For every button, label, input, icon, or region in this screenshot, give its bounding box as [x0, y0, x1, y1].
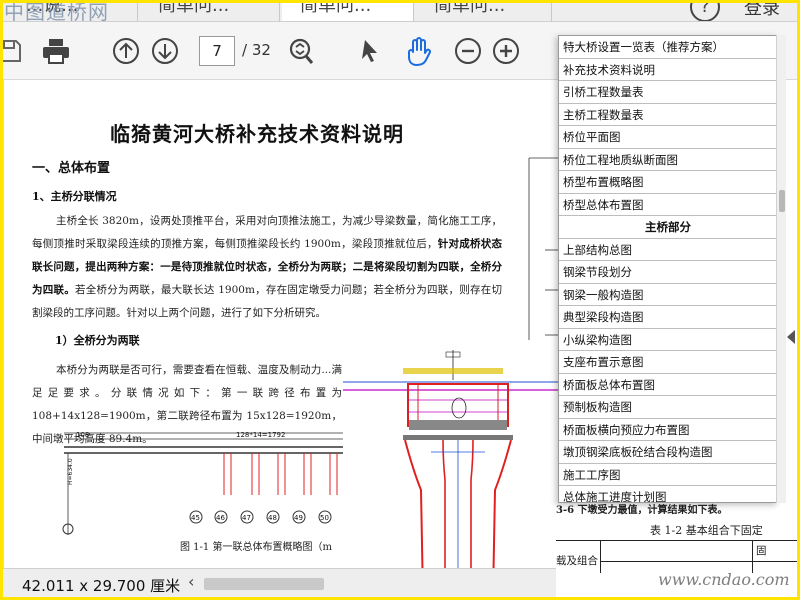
bookmark-item[interactable]: 桥面板总体布置图 — [559, 374, 777, 396]
watermark-bottom: www.cndao.com — [658, 570, 790, 589]
pier-label-45: 45 — [191, 514, 200, 522]
table-column-label: 载及组合 — [556, 555, 598, 567]
print-icon[interactable] — [40, 35, 72, 67]
bookmark-item[interactable]: 墩顶钢梁底板砼结合段构造图 — [559, 441, 777, 464]
bookmark-item[interactable]: 桥位平面图 — [559, 126, 777, 149]
pier-label-47: 47 — [242, 514, 251, 522]
bookmark-group-heading: 主桥部分 — [559, 216, 777, 239]
paragraph-1: 主桥全长 3820m，设两处顶推平台，采用对向顶推法施工，为减少导梁数量，简化施… — [32, 210, 502, 325]
bookmark-item[interactable]: 主桥工程数量表 — [559, 104, 777, 126]
bookmark-item[interactable]: 特大桥设置一览表（推荐方案） — [559, 36, 777, 59]
figure-caption: 图 1-1 第一联总体布置概略图（m — [180, 542, 332, 553]
panel-collapse-arrow-icon[interactable] — [787, 330, 795, 344]
bookmark-item[interactable]: 预制板构造图 — [559, 396, 777, 419]
prev-page-icon[interactable] — [110, 35, 142, 67]
bookmark-item[interactable]: 钢梁一般构造图 — [559, 284, 777, 306]
bookmark-item[interactable]: 引桥工程数量表 — [559, 81, 777, 104]
zoom-fit-icon[interactable] — [285, 35, 317, 67]
page-number-input[interactable]: 7 — [199, 36, 235, 66]
horizontal-scrollbar[interactable] — [204, 578, 324, 590]
tab-2[interactable]: 简单问... — [140, 0, 280, 21]
pier-label-50: 50 — [320, 514, 329, 522]
bookmark-item[interactable]: 钢梁节段划分 — [559, 261, 777, 284]
bridge-elevation-drawing: 108 128*14=1792 H=634.0 45 46 47 48 49 5… — [62, 431, 346, 535]
span-label-1: 108 — [76, 431, 89, 439]
tab-4[interactable]: 简单问... — [416, 0, 552, 21]
document-title: 临猗黄河大桥补充技术资料说明 — [110, 122, 404, 146]
next-page-icon[interactable] — [149, 35, 181, 67]
bookmark-item[interactable]: 小纵梁构造图 — [559, 329, 777, 351]
bookmark-item[interactable]: 补充技术资料说明 — [559, 59, 777, 81]
pier-label-48: 48 — [268, 514, 277, 522]
page-left-edge — [0, 80, 4, 568]
hand-tool-icon[interactable] — [403, 35, 435, 67]
tab-strip: 中图道桥网 ...说... 简单问... 简单问... 简单问... ? 登录 — [0, 0, 800, 22]
bookmark-item[interactable]: 桥位工程地质纵断面图 — [559, 149, 777, 171]
pier-label-46: 46 — [216, 514, 225, 522]
scroll-left-icon[interactable]: ‹ — [188, 572, 194, 591]
subsection-heading: 1、主桥分联情况 — [32, 190, 117, 203]
bookmark-item[interactable]: 桥面板横向预应力布置图 — [559, 419, 777, 441]
table-title: 表 1-2 基本组合下固定 — [650, 524, 763, 537]
pier-label-49: 49 — [294, 514, 303, 522]
paragraph-1-tail: 若全桥分为两联，最大联长达 1900m，存在固定墩受力问题；若全桥分为四联，则存… — [32, 284, 503, 319]
watermark-top: 中图道桥网 — [4, 0, 109, 22]
bookmark-item[interactable]: 桥型布置概略图 — [559, 171, 777, 194]
save-icon[interactable] — [0, 35, 26, 67]
bookmark-item[interactable]: 支座布置示意图 — [559, 351, 777, 374]
section-heading: 一、总体布置 — [32, 161, 111, 176]
result-line: 3-6 下墩受力最值，计算结果如下表。 — [556, 505, 728, 516]
zoom-in-icon[interactable] — [490, 35, 522, 67]
bookmark-scrollbar[interactable] — [776, 35, 786, 503]
paragraph-1-text: 主桥全长 3820m，设两处顶推平台，采用对向顶推法施工，为减少导梁数量，简化施… — [32, 215, 502, 250]
bookmark-list-panel: 特大桥设置一览表（推荐方案） 补充技术资料说明 引桥工程数量表 主桥工程数量表 … — [558, 35, 778, 503]
page-dimensions: 42.011 x 29.700 厘米 — [22, 577, 181, 595]
zoom-out-icon[interactable] — [452, 35, 484, 67]
table-column-right: 固 — [756, 545, 767, 557]
bookmark-item[interactable]: 施工工序图 — [559, 464, 777, 486]
page-total: / 32 — [242, 41, 271, 59]
login-button[interactable]: 登录 — [744, 0, 780, 20]
scrollbar-thumb[interactable] — [779, 190, 785, 212]
tab-3-active[interactable]: 简单问... — [282, 0, 414, 21]
bookmark-item[interactable]: 上部结构总图 — [559, 239, 777, 261]
status-bar: 42.011 x 29.700 厘米 ‹ — [0, 568, 556, 600]
question-icon[interactable]: ? — [690, 0, 720, 21]
pier-section-drawing — [343, 340, 558, 600]
select-cursor-icon[interactable] — [355, 35, 387, 67]
subsubsection-heading: 1）全桥分为两联 — [55, 334, 140, 347]
span-label-2: 128*14=1792 — [236, 431, 285, 439]
bookmark-item[interactable]: 典型梁段构造图 — [559, 306, 777, 329]
bookmark-item[interactable]: 桥型总体布置图 — [559, 194, 777, 216]
